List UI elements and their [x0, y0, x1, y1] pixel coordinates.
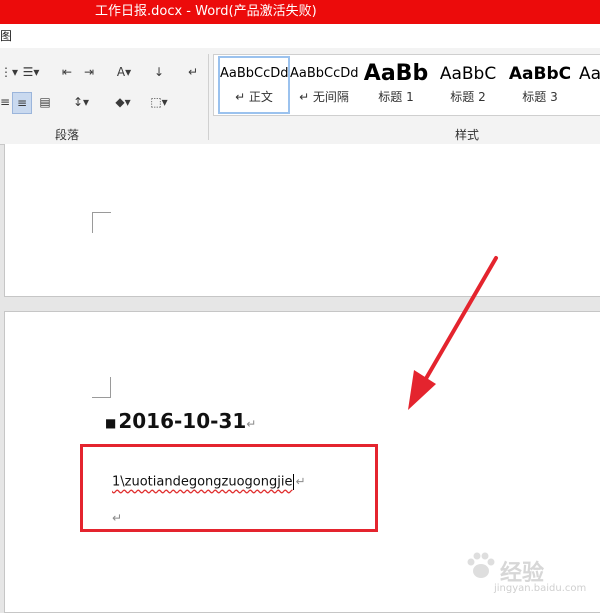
paw-logo-icon — [467, 552, 495, 578]
watermark: 经验 jingyan.baidu.com — [458, 543, 598, 603]
watermark-url: jingyan.baidu.com — [494, 583, 587, 594]
annotation-arrow — [408, 256, 498, 410]
